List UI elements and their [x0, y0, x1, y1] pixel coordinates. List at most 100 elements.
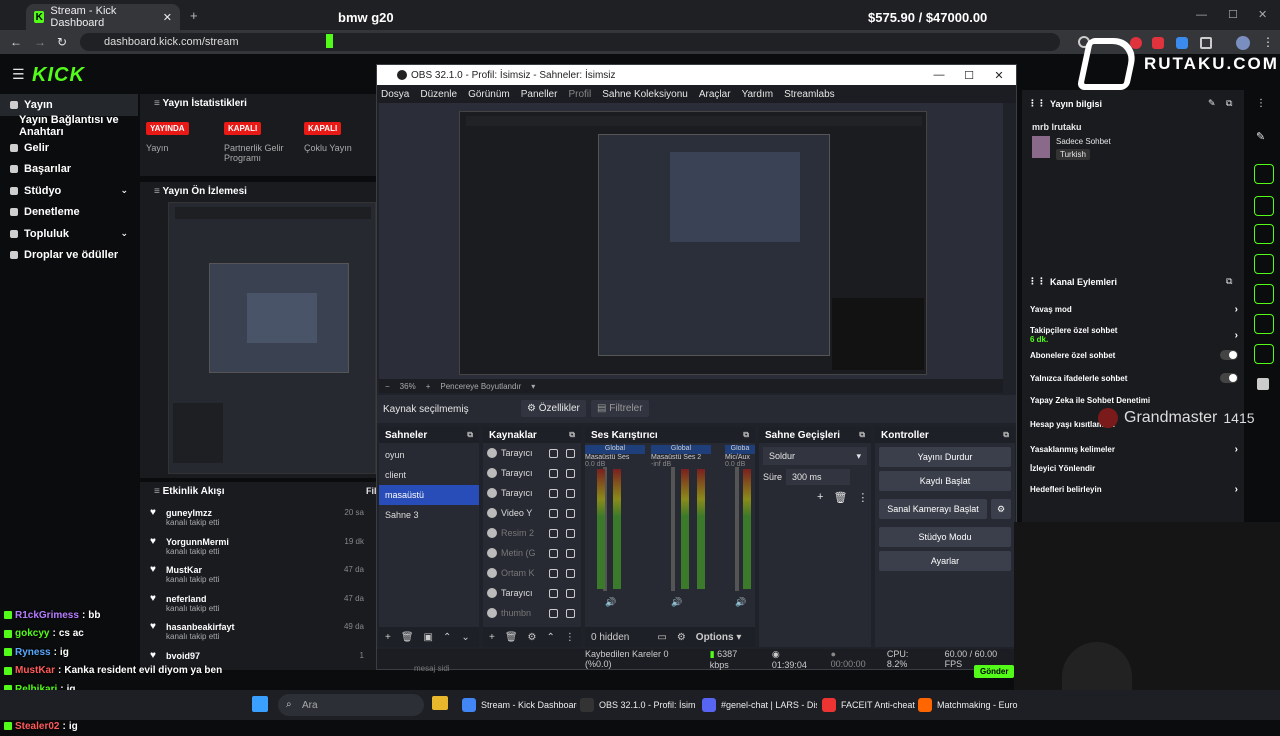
eye-icon[interactable] [549, 568, 558, 578]
channel-action-item[interactable]: Yasaklanmış kelimeler › [1030, 444, 1238, 455]
options-button[interactable]: Options ▾ [696, 632, 742, 643]
eye-icon[interactable] [549, 588, 558, 598]
toggle-switch[interactable] [1220, 350, 1238, 360]
remove-transition-icon[interactable]: 🗑 [833, 491, 847, 504]
lock-icon[interactable] [566, 528, 575, 538]
edit-icon[interactable]: ✎ [1208, 98, 1216, 109]
new-tab-icon[interactable]: + [190, 8, 198, 23]
properties-button[interactable]: ⚙ Özellikler [521, 400, 586, 417]
speaker-icon[interactable]: 🔊 [735, 597, 746, 608]
taskbar-app[interactable]: FACEIT Anti-cheat [822, 693, 915, 717]
undock-icon[interactable]: ⧉ [1003, 430, 1009, 443]
obs-minimize-icon[interactable]: — [924, 65, 954, 85]
remove-scene-icon[interactable]: 🗑 [401, 632, 414, 643]
scene-item[interactable]: client [379, 465, 479, 485]
sidebar-item[interactable]: Topluluk ⌄ [0, 223, 138, 245]
mixer-settings-icon[interactable]: ⚙ [677, 632, 686, 643]
source-item[interactable]: Resim 2 [483, 523, 581, 543]
source-item[interactable]: Tarayıcı [483, 443, 581, 463]
sidebar-item[interactable]: Başarılar [0, 159, 138, 181]
fit-window-label[interactable]: Pencereye Boyutlandır [440, 382, 521, 391]
close-tab-icon[interactable]: ✕ [163, 11, 172, 24]
chat-user[interactable]: R1ckGrimess [15, 610, 79, 621]
toggle-switch[interactable] [1220, 373, 1238, 383]
rail-bolt-icon[interactable] [1254, 196, 1274, 216]
chat-user[interactable]: gokcyy [15, 628, 49, 639]
scene-item[interactable]: masaüstü [379, 485, 479, 505]
add-scene-icon[interactable]: + [385, 632, 391, 643]
lock-icon[interactable] [566, 508, 575, 518]
sidebar-item[interactable]: Yayın [0, 94, 138, 116]
windows-start-icon[interactable] [252, 696, 268, 712]
undock-icon[interactable]: ⧉ [569, 430, 575, 443]
eye-icon[interactable] [549, 548, 558, 558]
volume-fader[interactable] [735, 467, 739, 591]
chat-user[interactable]: Ryness [15, 647, 51, 658]
rail-doc-icon[interactable] [1254, 224, 1274, 244]
undock-icon[interactable]: ⧉ [859, 430, 865, 443]
taskbar-app[interactable]: #genel-chat | LARS - Dis [702, 693, 817, 717]
stop-stream-button[interactable]: Yayını Durdur [879, 447, 1011, 467]
eye-icon[interactable] [549, 448, 558, 458]
remove-source-icon[interactable]: 🗑 [505, 632, 518, 643]
obs-canvas[interactable] [379, 103, 1003, 379]
studio-mode-button[interactable]: Stüdyo Modu [879, 527, 1011, 547]
channel-action-item[interactable]: Takipçilere özel sohbet 6 dk. › [1030, 326, 1238, 344]
obs-preview-image[interactable] [459, 111, 927, 375]
lock-icon[interactable] [566, 448, 575, 458]
source-item[interactable]: Video Y [483, 503, 581, 523]
taskbar-app[interactable]: OBS 32.1.0 - Profil: İsimsiz [580, 693, 695, 717]
edit-icon[interactable]: ✎ [1256, 130, 1265, 143]
rail-users-icon[interactable] [1257, 378, 1269, 390]
rail-broadcast-icon[interactable] [1254, 284, 1274, 304]
chat-user[interactable]: Stealer02 [15, 721, 59, 732]
source-item[interactable]: Tarayıcı [483, 463, 581, 483]
lock-icon[interactable] [566, 468, 575, 478]
sidebar-item[interactable]: Denetleme [0, 202, 138, 224]
forward-icon[interactable]: → [34, 35, 46, 49]
sidebar-item[interactable]: Yayın Bağlantısı ve Anahtarı [0, 114, 138, 138]
popout-icon[interactable]: ⧉ [1226, 276, 1232, 287]
transition-more-icon[interactable]: ⋮ [857, 491, 868, 504]
chat-input[interactable]: mesaj sidi [414, 664, 450, 673]
scene-filter-icon[interactable]: ▣ [424, 632, 433, 643]
start-virtual-camera-button[interactable]: Sanal Kamerayı Başlat [879, 499, 987, 519]
sidebar-item[interactable]: Stüdyo ⌄ [0, 180, 138, 202]
kick-logo[interactable]: KICK [32, 64, 85, 87]
chat-user[interactable]: MustKar [15, 665, 55, 676]
send-button[interactable]: Gönder [974, 665, 1015, 678]
add-source-icon[interactable]: + [489, 632, 495, 643]
hamburger-menu-icon[interactable]: ☰ [12, 66, 25, 83]
eye-icon[interactable] [549, 608, 558, 618]
channel-action-item[interactable]: Yapay Zeka ile Sohbet Denetimi [1030, 396, 1238, 405]
rail-wrench-icon[interactable] [1254, 344, 1274, 364]
channel-action-item[interactable]: İzleyici Yönlendir [1030, 464, 1238, 473]
taskbar-app[interactable]: Stream - Kick Dashboard [462, 693, 577, 717]
channel-action-item[interactable]: Yalnızca ifadelerle sohbet [1030, 373, 1238, 383]
lock-icon[interactable] [566, 588, 575, 598]
url-field[interactable]: dashboard.kick.com/stream [80, 33, 1060, 51]
rail-tool-icon[interactable] [1254, 164, 1274, 184]
filters-button[interactable]: ▤ Filtreler [591, 400, 649, 417]
move-down-icon[interactable]: ⌄ [461, 632, 469, 643]
scene-item[interactable]: oyun [379, 445, 479, 465]
speaker-icon[interactable]: 🔊 [605, 597, 616, 608]
scene-item[interactable]: Sahne 3 [379, 505, 479, 525]
obs-menu-item[interactable]: Görünüm [468, 89, 510, 100]
lock-icon[interactable] [566, 488, 575, 498]
undock-icon[interactable]: ⧉ [743, 430, 749, 443]
move-up-icon[interactable]: ⌃ [443, 632, 451, 643]
channel-action-item[interactable]: Abonelere özel sohbet [1030, 350, 1238, 360]
source-settings-icon[interactable]: ⚙ [528, 632, 537, 643]
category-name[interactable]: Sadece Sohbet [1056, 137, 1111, 146]
obs-menu-item[interactable]: Profil [568, 89, 591, 100]
mixer-layout-icon[interactable]: ▭ [657, 632, 666, 643]
close-window-icon[interactable]: ✕ [1258, 8, 1267, 21]
duration-input[interactable]: 300 ms [786, 469, 851, 485]
virtual-camera-settings-icon[interactable]: ⚙ [991, 499, 1011, 519]
minimize-icon[interactable]: — [1196, 9, 1207, 21]
obs-close-icon[interactable]: ✕ [984, 65, 1014, 85]
obs-menu-item[interactable]: Paneller [521, 89, 558, 100]
lock-icon[interactable] [566, 608, 575, 618]
rail-card-icon[interactable] [1254, 314, 1274, 334]
